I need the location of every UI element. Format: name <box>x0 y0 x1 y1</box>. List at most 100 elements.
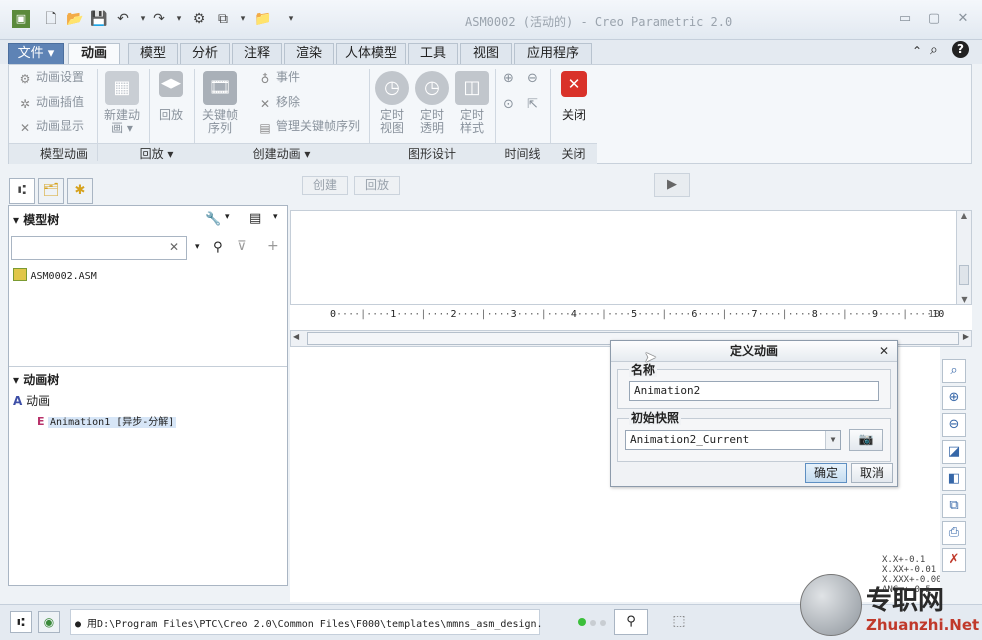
ok-button[interactable]: 确定 <box>805 463 847 483</box>
new-animation-button[interactable]: ▦ 新建动 画 ▾ <box>101 71 143 135</box>
chevron-down-icon[interactable]: ▼ <box>825 431 840 449</box>
filter-icon[interactable]: ⊽ <box>237 239 247 254</box>
scroll-down-icon[interactable]: ▼ <box>957 295 972 304</box>
watermark-url: Zhuanzhi.Net <box>866 616 980 634</box>
redo-icon[interactable]: ↷ <box>150 10 168 28</box>
scroll-up-icon[interactable]: ▲ <box>957 211 971 220</box>
show-browser-icon[interactable]: ◉ <box>38 611 60 633</box>
open-icon[interactable]: 📂 <box>66 10 84 28</box>
anim-tree-root[interactable]: A 动画 <box>13 392 50 409</box>
scroll-thumb[interactable] <box>959 265 969 285</box>
maximize-icon[interactable]: ▢ <box>925 10 943 28</box>
timeline-vscroll[interactable]: ▲ ▼ <box>956 211 971 304</box>
tree-search-input[interactable] <box>11 236 187 260</box>
tab-file[interactable]: 文件 ▾ <box>8 43 64 64</box>
tab-view[interactable]: 视图 <box>460 43 512 64</box>
zoom-in-icon[interactable]: ⊕ <box>942 386 966 410</box>
save-icon[interactable]: 💾 <box>90 10 108 28</box>
timeline-area[interactable]: ▲ ▼ <box>290 210 972 305</box>
group-create-animation[interactable]: 创建动画 ▾ <box>194 143 369 164</box>
group-playback[interactable]: 回放 ▾ <box>119 143 194 164</box>
close-animation-icon: ✕ <box>561 71 587 97</box>
zoom-time-icon[interactable]: ⊙ <box>503 97 514 112</box>
zoom-out-icon[interactable]: ⊖ <box>942 413 966 437</box>
folder-browser-tab[interactable]: 🗂 <box>38 178 64 204</box>
zoom-in-time-icon[interactable]: ⊕ <box>503 71 514 86</box>
tab-model[interactable]: 模型 <box>128 43 178 64</box>
new-animation-label-2: 画 ▾ <box>111 121 133 135</box>
datum-display-icon[interactable]: ✗ <box>942 548 966 572</box>
refit-icon[interactable]: ⌕ <box>942 359 966 383</box>
timed-style-button[interactable]: ◫ 定时 样式 <box>453 71 491 135</box>
group-graphics-design: 图形设计 <box>369 143 495 164</box>
close-icon[interactable]: ✕ <box>954 10 972 28</box>
name-input[interactable]: Animation2 <box>629 381 879 401</box>
close-window-icon[interactable]: 📁 <box>254 10 272 28</box>
fit-time-icon[interactable]: ⇱ <box>527 97 538 112</box>
anim-interpolation-button[interactable]: ✲ 动画插值 <box>17 92 84 112</box>
model-tree-header[interactable]: ▾ 模型树 <box>13 210 59 230</box>
tab-manikin[interactable]: 人体模型 <box>336 43 406 64</box>
regenerate-icon[interactable]: ⚙ <box>190 10 208 28</box>
manage-keyframe-button[interactable]: ▤ 管理关键帧序列 <box>257 116 360 136</box>
timed-transparency-button[interactable]: ◷ 定时 透明 <box>413 71 451 135</box>
anim-tree-item-animation1[interactable]: E Animation1 [异步-分解] <box>37 413 177 428</box>
favorites-tab[interactable]: ✱ <box>67 178 93 204</box>
tab-animation[interactable]: 动画 <box>68 43 120 65</box>
display-style-icon[interactable]: ◧ <box>942 467 966 491</box>
tab-applications[interactable]: 应用程序 <box>514 43 592 64</box>
timed-view-button[interactable]: ◷ 定时 视图 <box>373 71 411 135</box>
selection-filter-icon[interactable]: ⬚ <box>664 609 694 635</box>
tab-tools[interactable]: 工具 <box>408 43 458 64</box>
cancel-button[interactable]: 取消 <box>851 463 893 483</box>
saved-views-icon[interactable]: ⧉ <box>942 494 966 518</box>
repaint-icon[interactable]: ◪ <box>942 440 966 464</box>
tab-annotate[interactable]: 注释 <box>232 43 282 64</box>
redo-dropdown-icon[interactable]: ▾ <box>170 10 188 28</box>
windows-icon[interactable]: ⧉ <box>214 10 232 28</box>
new-icon[interactable]: 🗋 <box>42 10 60 28</box>
model-tree-tab[interactable]: ⑆ <box>9 178 35 204</box>
dialog-close-icon[interactable]: ✕ <box>879 344 889 358</box>
find-icon[interactable]: ⚲ <box>614 609 648 635</box>
anim-tree-header[interactable]: ▾ 动画树 <box>13 370 59 390</box>
clear-search-icon[interactable]: ✕ <box>169 240 179 254</box>
tree-item-root[interactable]: ASM0002.ASM <box>13 268 97 284</box>
scroll-right-icon[interactable]: ▶ <box>963 332 969 341</box>
search-dropdown-icon[interactable]: ▾ <box>195 242 200 252</box>
show-dropdown-icon[interactable]: ▾ <box>273 212 278 222</box>
tab-render[interactable]: 渲染 <box>284 43 334 64</box>
snapshot-select[interactable]: Animation2_Current ▼ <box>625 430 841 450</box>
tree-settings-dropdown-icon[interactable]: ▾ <box>225 212 230 222</box>
collapse-ribbon-icon[interactable]: ⌃ <box>912 44 922 58</box>
binoculars-icon[interactable]: ⚲ <box>213 240 223 255</box>
playback-label: 回放 <box>158 108 183 122</box>
tree-settings-icon[interactable]: 🔧 <box>205 212 221 227</box>
play-button[interactable]: ▶ <box>654 173 690 197</box>
customize-toolbar-icon[interactable]: ▾ <box>282 10 300 28</box>
create-button[interactable]: 创建 <box>302 176 348 195</box>
show-navigator-icon[interactable]: ⑆ <box>10 611 32 633</box>
event-button[interactable]: ♁ 事件 <box>257 67 300 87</box>
anim-settings-button[interactable]: ⚙ 动画设置 <box>17 67 84 87</box>
zoom-out-time-icon[interactable]: ⊖ <box>527 71 538 86</box>
add-column-icon[interactable]: + <box>267 238 279 254</box>
remove-button[interactable]: ✕ 移除 <box>257 92 300 112</box>
help-icon[interactable]: ? <box>952 41 969 58</box>
close-animation-button[interactable]: ✕ 关闭 <box>557 71 591 122</box>
playback-small-button[interactable]: 回放 <box>354 176 400 195</box>
mouse-cursor-icon: ➤ <box>644 348 657 366</box>
search-icon[interactable]: ⌕ <box>930 42 938 58</box>
minimize-icon[interactable]: ▭ <box>896 10 914 28</box>
tab-analysis[interactable]: 分析 <box>180 43 230 64</box>
anim-display-button[interactable]: ✕ 动画显示 <box>17 116 84 136</box>
keyframe-sequence-button[interactable]: 🎞 关键帧 序列 <box>199 71 241 135</box>
view-manager-icon[interactable]: ⎙ <box>942 521 966 545</box>
show-icon[interactable]: ▤ <box>249 211 261 226</box>
windows-dropdown-icon[interactable]: ▾ <box>234 10 252 28</box>
undo-icon[interactable]: ↶ <box>114 10 132 28</box>
playback-button[interactable]: ◀▶ 回放 <box>155 71 187 122</box>
snapshot-camera-button[interactable]: 📷 <box>849 429 883 451</box>
assembly-icon <box>13 268 27 281</box>
scroll-left-icon[interactable]: ◀ <box>293 332 299 341</box>
